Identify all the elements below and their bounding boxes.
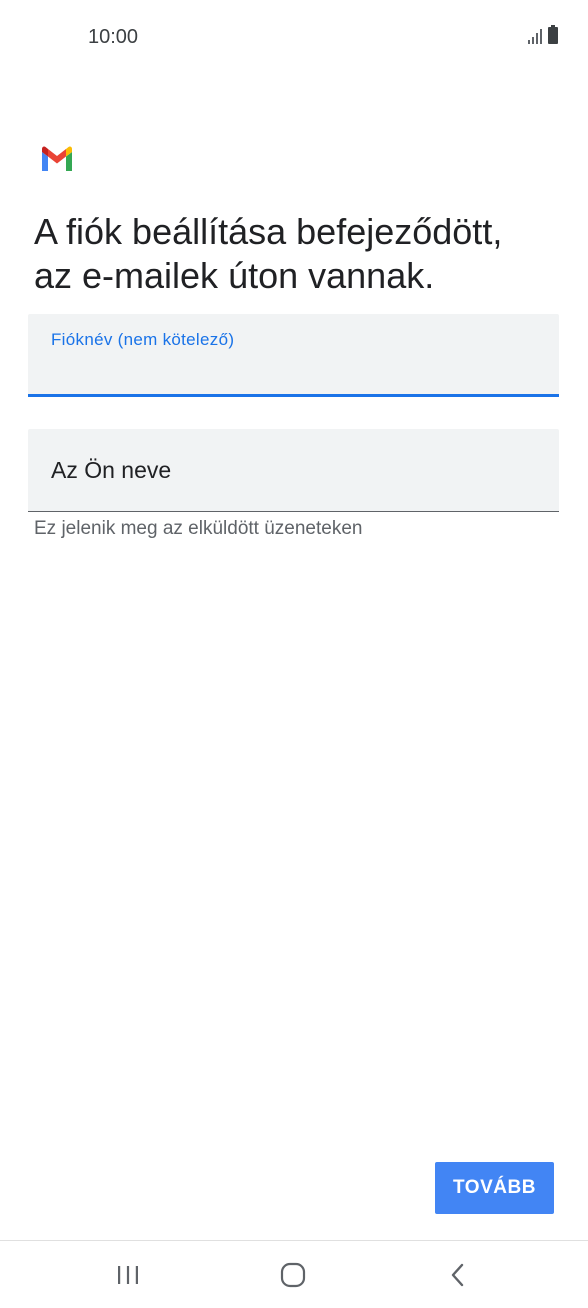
account-name-field[interactable]: Fióknév (nem kötelező) [28, 314, 559, 397]
status-icons [528, 25, 558, 44]
recent-apps-icon [118, 1266, 138, 1284]
page-title: A fiók beállítása befejeződött, az e-mai… [34, 210, 564, 298]
your-name-field[interactable] [28, 429, 559, 512]
signal-icon [528, 28, 542, 44]
battery-icon [548, 25, 558, 44]
gmail-logo-icon [42, 146, 72, 171]
status-time: 10:00 [88, 26, 139, 48]
back-icon [451, 1263, 464, 1287]
account-name-label: Fióknév (nem kötelező) [51, 330, 235, 349]
page-title-line-2: az e-mailek úton vannak. [34, 255, 435, 296]
status-bar: 10:00 [0, 0, 588, 72]
home-icon [280, 1262, 306, 1288]
navigation-bar [0, 1240, 588, 1308]
account-setup-screen: 10:00 A fiók beállítása befejeződött, az… [0, 0, 588, 1308]
back-button[interactable] [418, 1241, 498, 1308]
your-name-input[interactable] [51, 453, 531, 487]
recent-apps-button[interactable] [88, 1241, 168, 1308]
page-title-line-1: A fiók beállítása befejeződött, [34, 211, 503, 252]
your-name-helper-text: Ez jelenik meg az elküldött üzeneteken [34, 518, 363, 539]
home-button[interactable] [253, 1241, 333, 1308]
next-button[interactable]: TOVÁBB [435, 1162, 554, 1214]
account-name-input[interactable] [51, 358, 531, 386]
